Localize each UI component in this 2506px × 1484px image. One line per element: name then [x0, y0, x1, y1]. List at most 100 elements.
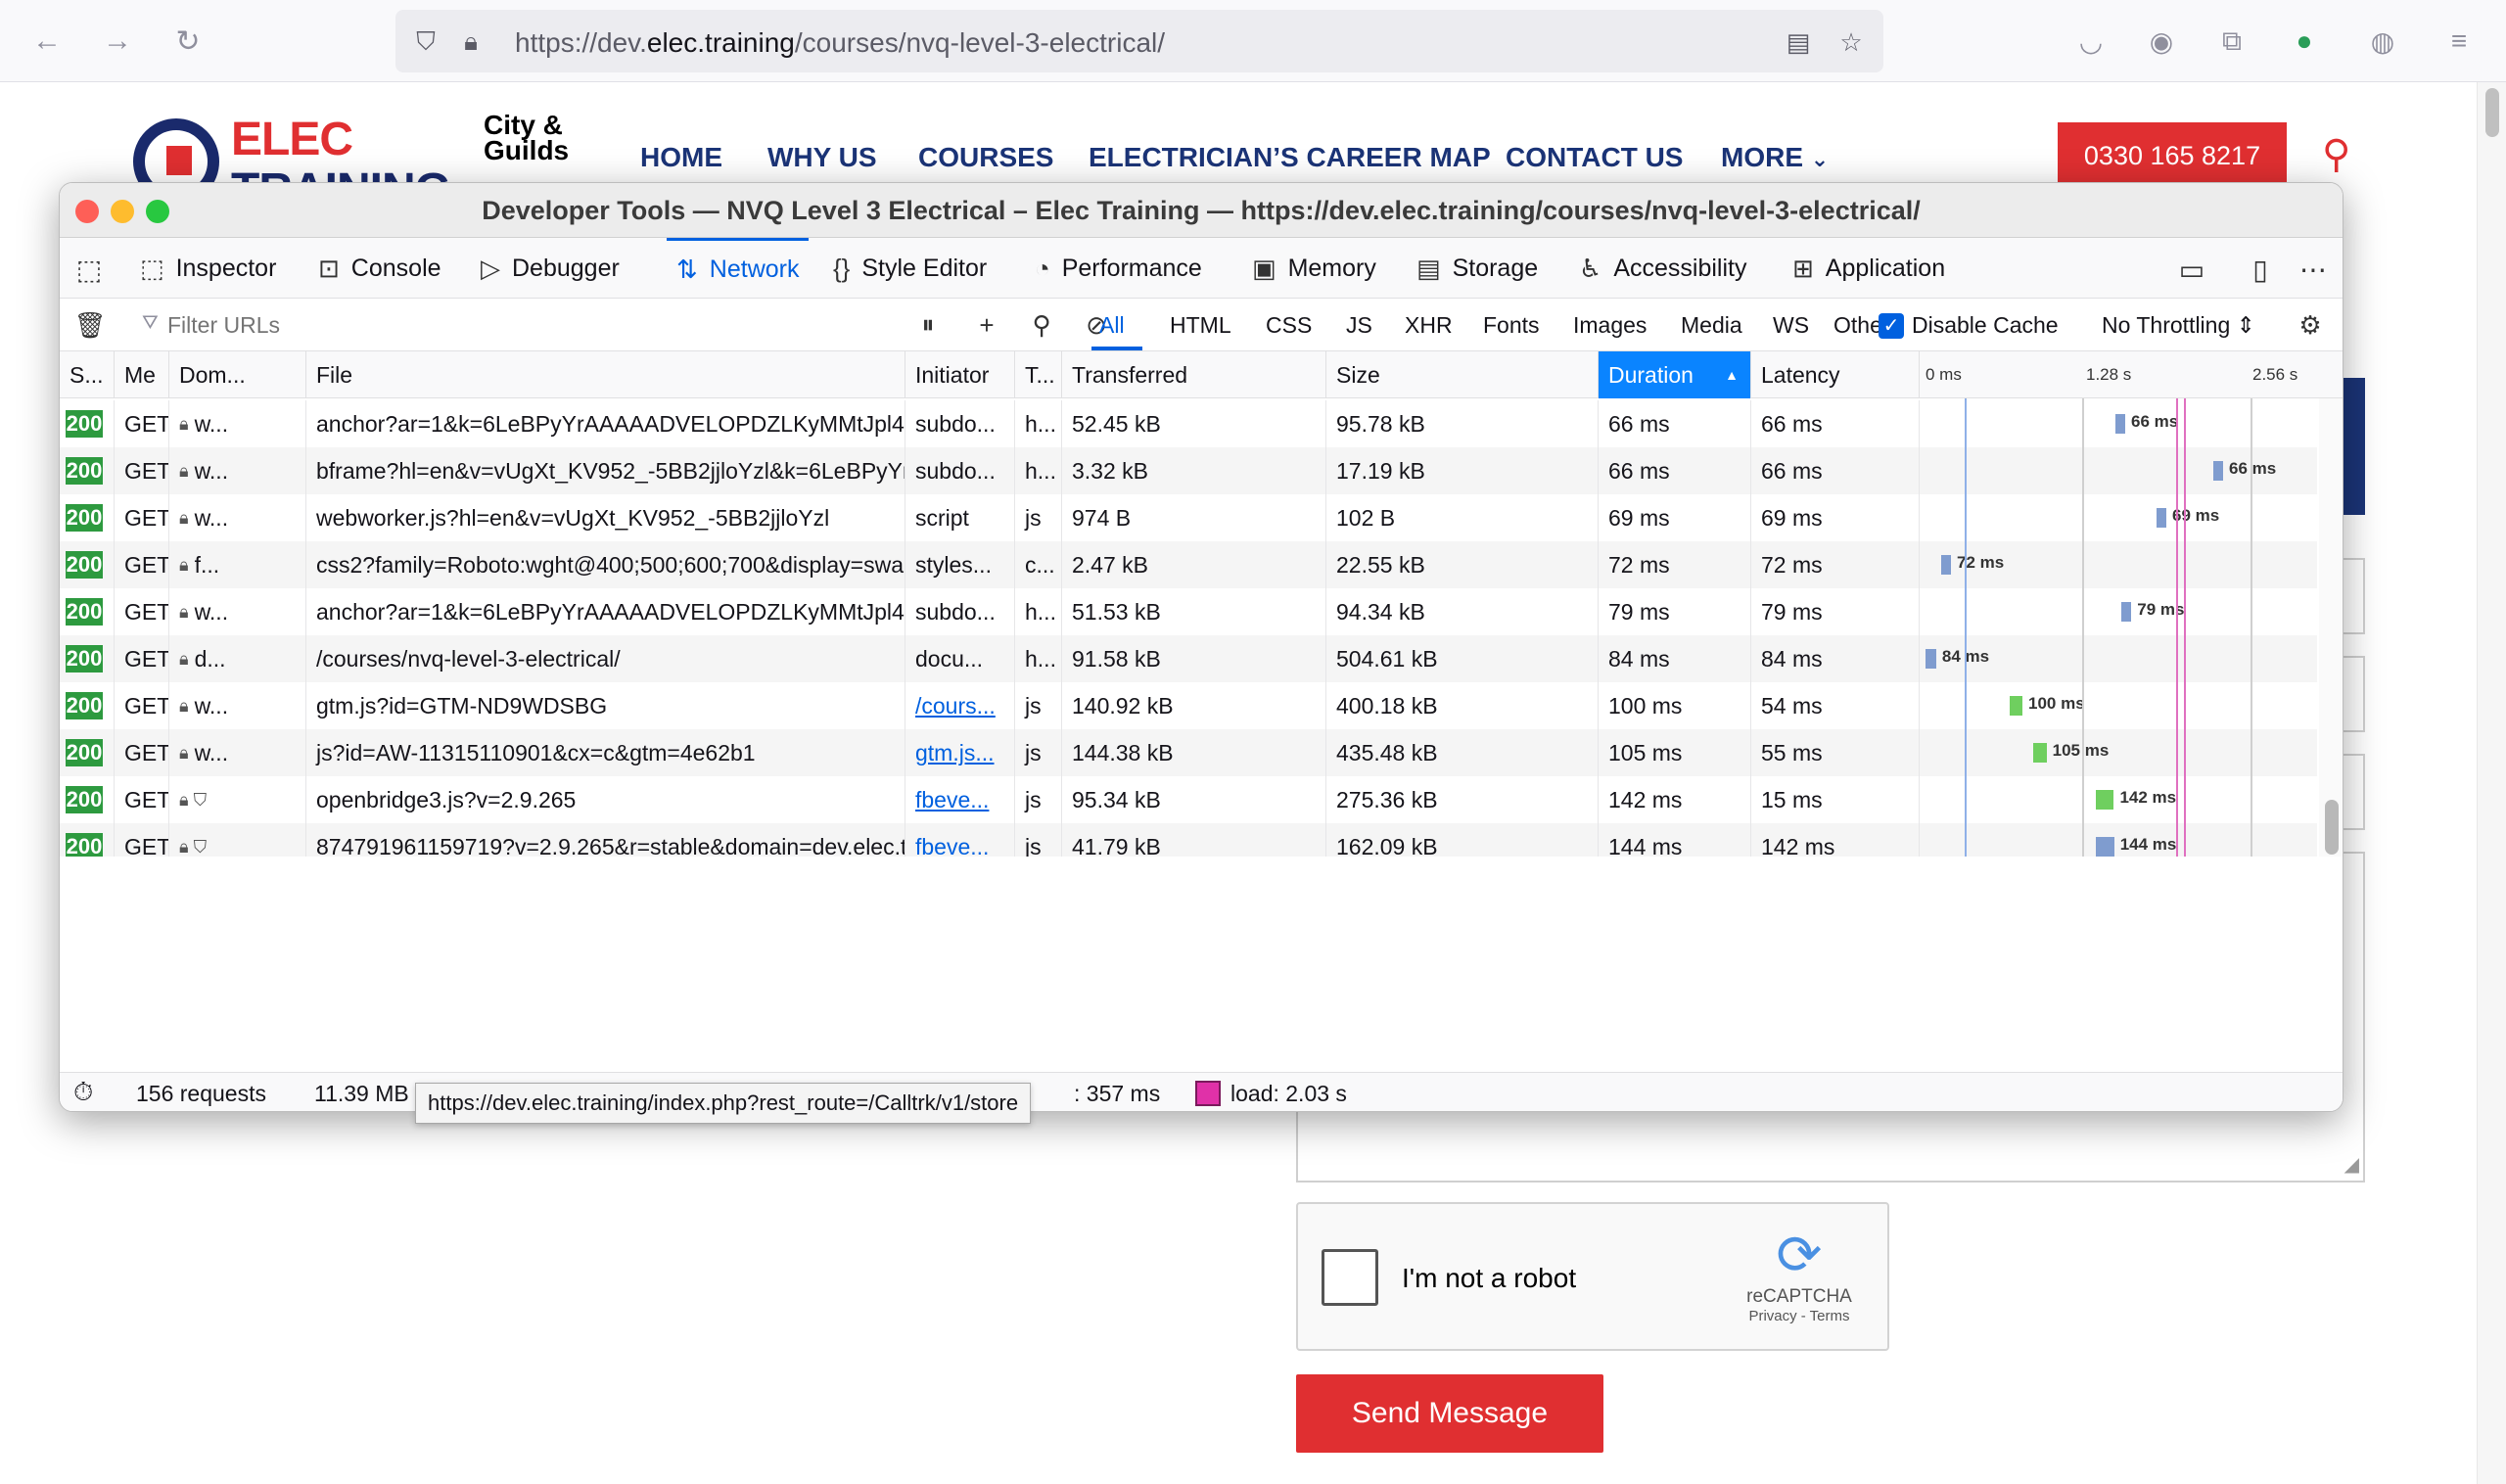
col-file[interactable]: File: [306, 351, 905, 398]
recaptcha-checkbox[interactable]: [1322, 1249, 1378, 1306]
col-transferred[interactable]: Transferred: [1062, 351, 1326, 398]
tab-style-editor[interactable]: {} Style Editor: [833, 238, 987, 299]
extensions-icon[interactable]: ⧉: [2214, 23, 2250, 59]
col-domain[interactable]: Dom...: [169, 351, 306, 398]
tab-debugger[interactable]: ▷ Debugger: [481, 238, 620, 299]
stopwatch-icon[interactable]: ⏱: [73, 1077, 93, 1108]
table-row[interactable]: 200 GET 🔒︎ w... bframe?hl=en&v=vUgXt_KV952_-…: [60, 447, 2317, 494]
filter-fonts[interactable]: Fonts: [1483, 299, 1540, 351]
reader-view-icon[interactable]: ▤: [1782, 25, 1815, 59]
grammarly-icon[interactable]: ●: [2287, 23, 2322, 59]
table-row[interactable]: 200 GET 🔒︎ d.../courses/nvq-level-3-electri…: [60, 635, 2317, 682]
element-picker-icon[interactable]: ⬚: [71, 252, 107, 287]
table-row[interactable]: 200 GET 🔒︎ w... js?id=AW-11315110901&cx=c&gt…: [60, 729, 2317, 776]
devtools-titlebar[interactable]: Developer Tools — NVQ Level 3 Electrical…: [60, 183, 2343, 238]
tracking-protection-icon[interactable]: ⛉: [409, 25, 442, 59]
col-waterfall[interactable]: 0 ms 1.28 s 2.56 s: [1920, 351, 2343, 398]
menu-icon[interactable]: ≡: [2441, 23, 2477, 59]
secure-lock-icon: 🔒︎ ⛉: [179, 836, 208, 857]
send-message-button[interactable]: Send Message: [1296, 1374, 1603, 1453]
network-settings-gear-icon[interactable]: ⚙: [2294, 308, 2327, 342]
request-list-scrollbar[interactable]: [2319, 398, 2343, 857]
tab-memory[interactable]: ▣ Memory: [1252, 238, 1376, 299]
globe-icon[interactable]: ◍: [2365, 23, 2400, 59]
back-arrow-icon[interactable]: ←: [27, 22, 67, 61]
add-block-icon[interactable]: +: [970, 308, 1003, 342]
request-list-scrollbar-thumb[interactable]: [2325, 800, 2339, 855]
tab-performance[interactable]: ◔ Performance: [1035, 238, 1202, 299]
filter-xhr[interactable]: XHR: [1405, 299, 1453, 351]
table-row[interactable]: 200 GET 🔒︎ w... webworker.js?hl=en&v=vUgXt_K…: [60, 494, 2317, 541]
filter-urls-input[interactable]: [138, 304, 902, 346]
nav-courses[interactable]: COURSES: [918, 142, 1053, 173]
domain-text: w...: [194, 598, 229, 625]
reload-icon[interactable]: ↻: [168, 22, 208, 61]
cell-method: GET: [115, 635, 169, 682]
col-type[interactable]: T...: [1015, 351, 1062, 398]
tab-accessibility[interactable]: ♿︎ Accessibility: [1579, 238, 1746, 299]
tab-console[interactable]: ⊡ Console: [318, 238, 441, 299]
col-duration[interactable]: Duration ▲: [1599, 351, 1751, 398]
table-row[interactable]: 200 GET 🔒︎ ⛉ 874791961159719?v=2.9.265&r=st…: [60, 823, 2317, 857]
table-row[interactable]: 200 GET 🔒︎ w... anchor?ar=1&k=6LeBPyYrAAAAAD…: [60, 400, 2317, 447]
nav-career-map[interactable]: ELECTRICIAN’S CAREER MAP: [1089, 142, 1491, 173]
filter-css[interactable]: CSS: [1266, 299, 1312, 351]
col-method[interactable]: Me: [115, 351, 169, 398]
disable-cache-checkbox[interactable]: ✓ Disable Cache: [1879, 312, 2059, 339]
pause-icon[interactable]: ⏸︎: [911, 308, 945, 342]
cell-transferred: 51.53 kB: [1062, 588, 1326, 635]
recaptcha-label: I'm not a robot: [1402, 1263, 1577, 1293]
filter-js[interactable]: JS: [1346, 299, 1372, 351]
tab-storage[interactable]: ▤ Storage: [1416, 238, 1538, 299]
nav-more[interactable]: MORE ⌄: [1721, 142, 1829, 173]
account-icon[interactable]: ◉: [2144, 23, 2179, 59]
col-latency[interactable]: Latency: [1751, 351, 1920, 398]
clear-trash-icon[interactable]: 🗑︎: [73, 308, 107, 342]
responsive-design-icon[interactable]: ▯: [2243, 252, 2278, 287]
page-scrollbar[interactable]: [2477, 82, 2506, 1484]
phone-button[interactable]: 0330 165 8217: [2058, 122, 2287, 189]
timeline-marker-line: [2176, 398, 2178, 857]
forward-arrow-icon[interactable]: →: [98, 22, 137, 61]
nav-home[interactable]: HOME: [640, 142, 722, 173]
throttling-select[interactable]: No Throttling ⇕: [2102, 312, 2255, 339]
filter-html[interactable]: HTML: [1170, 299, 1231, 351]
bookmark-star-icon[interactable]: ☆: [1834, 25, 1868, 59]
cell-method: GET: [115, 400, 169, 447]
lock-icon[interactable]: 🔒︎: [454, 25, 487, 59]
page-scrollbar-thumb[interactable]: [2485, 88, 2499, 137]
url-text[interactable]: https://dev.elec.training/courses/nvq-le…: [515, 27, 1165, 59]
nav-contact-us[interactable]: CONTACT US: [1506, 142, 1683, 173]
table-row[interactable]: 200 GET 🔒︎ ⛉ openbridge3.js?v=2.9.265 fbeve.…: [60, 776, 2317, 823]
col-status[interactable]: S...: [60, 351, 115, 398]
initiator-link[interactable]: fbeve...: [915, 834, 989, 858]
nav-why-us[interactable]: WHY US: [767, 142, 877, 173]
table-row[interactable]: 200 GET 🔒︎ f... css2?family=Roboto:wght@400;…: [60, 541, 2317, 588]
pocket-icon[interactable]: ◡: [2073, 23, 2109, 59]
filter-all[interactable]: All: [1099, 299, 1125, 351]
more-options-icon[interactable]: ⋯: [2296, 252, 2331, 287]
filter-ws[interactable]: WS: [1773, 299, 1809, 351]
cell-latency: 54 ms: [1751, 682, 1920, 729]
resize-handle-icon[interactable]: ◢: [2344, 1152, 2359, 1177]
initiator-link[interactable]: fbeve...: [915, 787, 989, 813]
toggle-sidebar-icon[interactable]: ▭: [2174, 252, 2209, 287]
search-icon[interactable]: ⚲: [2322, 132, 2350, 177]
waterfall-tick-0: 0 ms: [1926, 365, 1962, 384]
search-icon[interactable]: ⚲: [1025, 308, 1058, 342]
col-initiator[interactable]: Initiator: [905, 351, 1015, 398]
initiator-link[interactable]: /cours...: [915, 693, 996, 719]
filter-media[interactable]: Media: [1681, 299, 1742, 351]
url-bar[interactable]: ⛉ 🔒︎ https://dev.elec.training/courses/n…: [395, 10, 1883, 72]
tab-application[interactable]: ⊞ Application: [1792, 238, 1945, 299]
table-row[interactable]: 200 GET 🔒︎ w... gtm.js?id=GTM-ND9WDSBG/cours…: [60, 682, 2317, 729]
col-size[interactable]: Size: [1326, 351, 1599, 398]
initiator-link[interactable]: gtm.js...: [915, 740, 995, 766]
filter-images[interactable]: Images: [1573, 299, 1647, 351]
tab-inspector[interactable]: ⬚ Inspector: [140, 238, 276, 299]
recaptcha-links[interactable]: Privacy - Terms: [1731, 1308, 1868, 1324]
secure-lock-icon: 🔒︎: [179, 460, 189, 481]
tab-storage-label: Storage: [1452, 254, 1539, 282]
table-row[interactable]: 200 GET 🔒︎ w... anchor?ar=1&k=6LeBPyYrAAAAAD…: [60, 588, 2317, 635]
tab-network[interactable]: ⇅ Network: [667, 238, 810, 299]
